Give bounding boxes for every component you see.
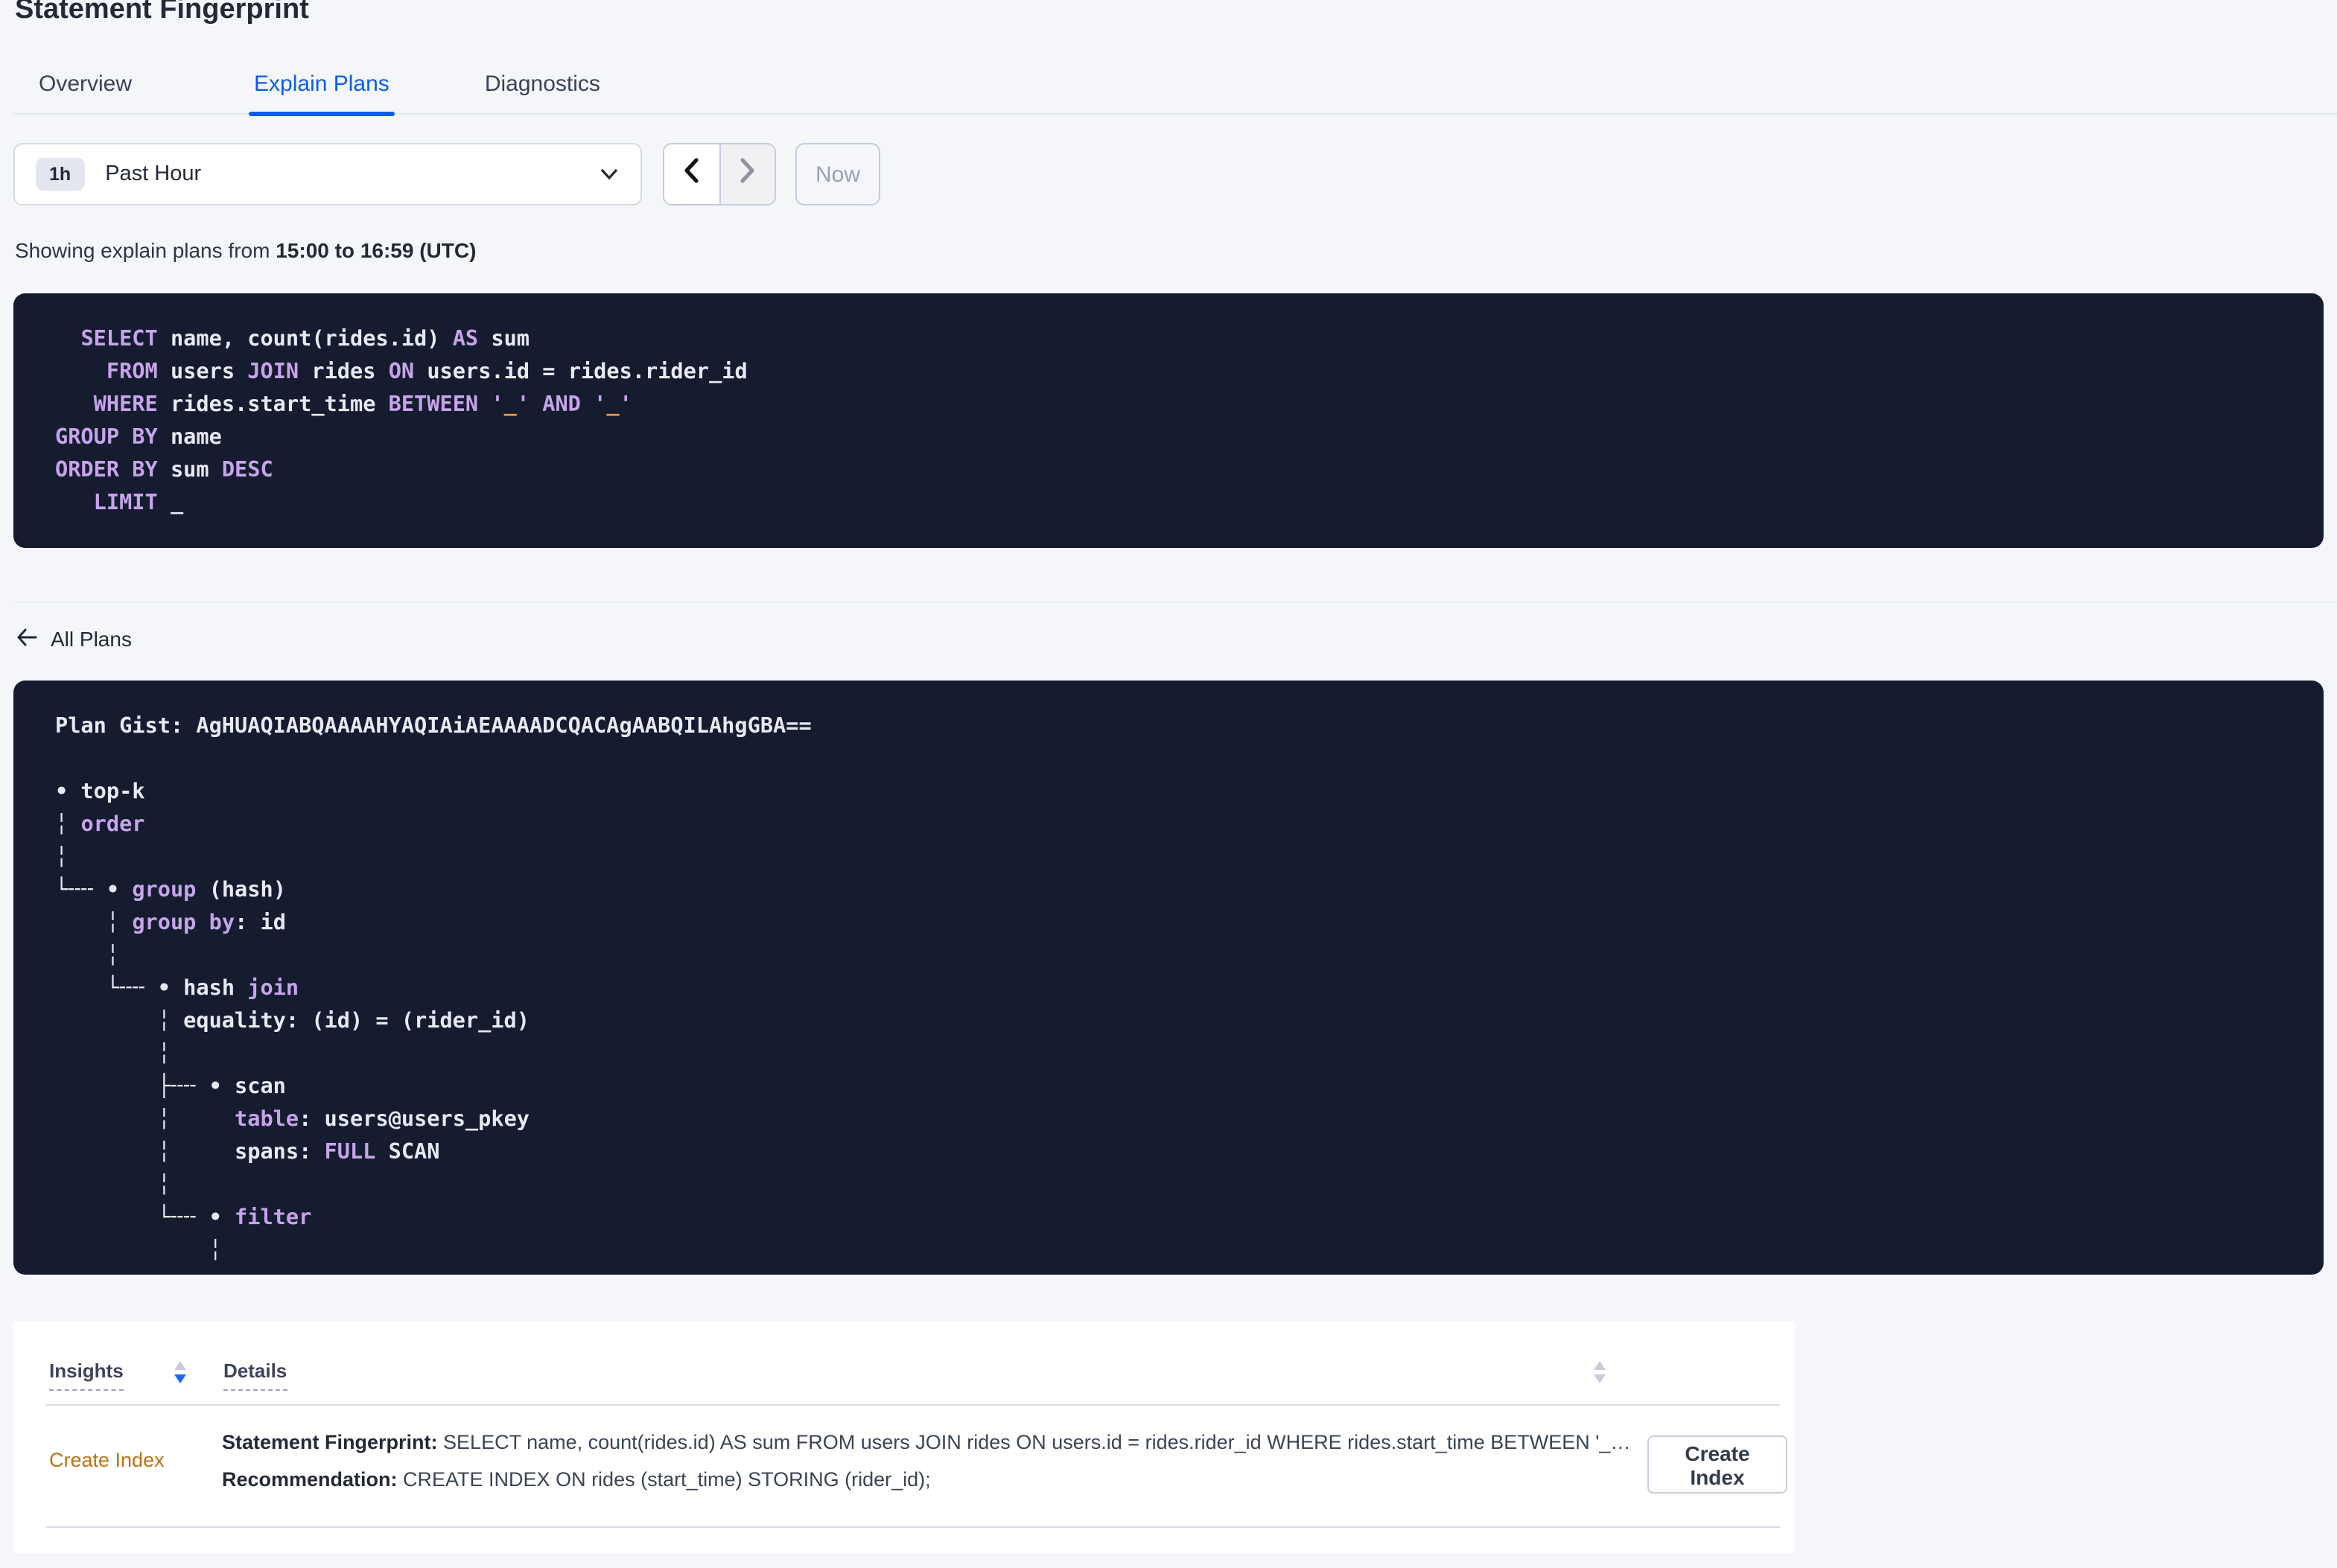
insight-type-link[interactable]: Create Index — [49, 1449, 165, 1471]
time-range-select[interactable]: 1h Past Hour — [13, 143, 642, 205]
chevron-left-icon — [684, 158, 700, 191]
time-picker-bar: 1h Past Hour Now — [13, 143, 880, 205]
insight-details-cell: Statement Fingerprint: SELECT name, coun… — [222, 1430, 1629, 1492]
sort-icons-right[interactable] — [1594, 1361, 1606, 1383]
chevron-down-icon — [600, 168, 618, 180]
section-divider — [13, 602, 2337, 603]
details-recommendation-line: Recommendation: CREATE INDEX ON rides (s… — [222, 1467, 1629, 1492]
create-index-button[interactable]: Create Index — [1647, 1435, 1787, 1494]
sql-statement-card: SELECT name, count(rides.id) AS sum FROM… — [13, 293, 2324, 548]
plan-gist-line: Plan Gist: AgHUAQIABQAAAAHYAQIAiAEAAAADC… — [55, 710, 2324, 743]
plan-gist-card: Plan Gist: AgHUAQIABQAAAAHYAQIAiAEAAAADC… — [13, 681, 2324, 1275]
time-step-buttons — [663, 143, 776, 205]
column-header-details[interactable]: Details — [223, 1360, 287, 1391]
previous-interval-button[interactable] — [664, 144, 720, 204]
showing-range-prefix: Showing explain plans from — [15, 238, 276, 262]
sort-desc-icon — [174, 1374, 186, 1383]
tab-explain-plans[interactable]: Explain Plans — [248, 66, 395, 116]
time-range-badge: 1h — [36, 158, 85, 191]
chevron-right-icon — [740, 158, 756, 191]
statement-fingerprint-page: Statement Fingerprint Overview Explain P… — [0, 0, 2337, 1568]
plan-tree: • top-k ╎ order ╎ └╌╌ • group (hash) ╎ grou… — [55, 780, 530, 1263]
sort-asc-icon — [1594, 1361, 1606, 1370]
page-title: Statement Fingerprint — [15, 0, 309, 25]
sort-desc-icon — [1594, 1374, 1606, 1383]
showing-range-text: Showing explain plans from 15:00 to 16:5… — [15, 238, 476, 262]
next-interval-button[interactable] — [720, 144, 775, 204]
details-recommendation-label: Recommendation: — [222, 1468, 398, 1491]
plan-gist-label: Plan Gist: — [55, 715, 197, 739]
plan-gist-value: AgHUAQIABQAAAAHYAQIAiAEAAAADCQACAgAABQIL… — [196, 715, 812, 739]
details-recommendation-text: CREATE INDEX ON rides (start_time) STORI… — [397, 1468, 931, 1491]
all-plans-label: All Plans — [51, 627, 132, 651]
table-row-divider — [46, 1526, 1780, 1528]
time-range-label: Past Hour — [105, 162, 202, 186]
insights-table-card: Insights Details Create Index Statement … — [13, 1321, 1795, 1553]
tab-bar: Overview Explain Plans Diagnostics — [13, 66, 2337, 116]
table-header-divider — [46, 1404, 1780, 1406]
column-header-insights[interactable]: Insights — [49, 1360, 124, 1391]
sort-asc-icon — [174, 1361, 186, 1370]
back-arrow-icon — [16, 627, 37, 651]
now-button[interactable]: Now — [795, 143, 880, 205]
tab-overview[interactable]: Overview — [36, 66, 135, 113]
all-plans-link[interactable]: All Plans — [16, 627, 132, 651]
showing-range-value: 15:00 to 16:59 (UTC) — [276, 238, 477, 262]
details-fingerprint-text: SELECT name, count(rides.id) AS sum FROM… — [437, 1431, 1629, 1453]
sql-code: SELECT name, count(rides.id) AS sum FROM… — [55, 328, 748, 515]
details-fingerprint-label: Statement Fingerprint: — [222, 1431, 438, 1453]
sort-icons-insights[interactable] — [174, 1361, 186, 1383]
details-fingerprint-line: Statement Fingerprint: SELECT name, coun… — [222, 1430, 1629, 1455]
tab-diagnostics[interactable]: Diagnostics — [482, 66, 603, 113]
